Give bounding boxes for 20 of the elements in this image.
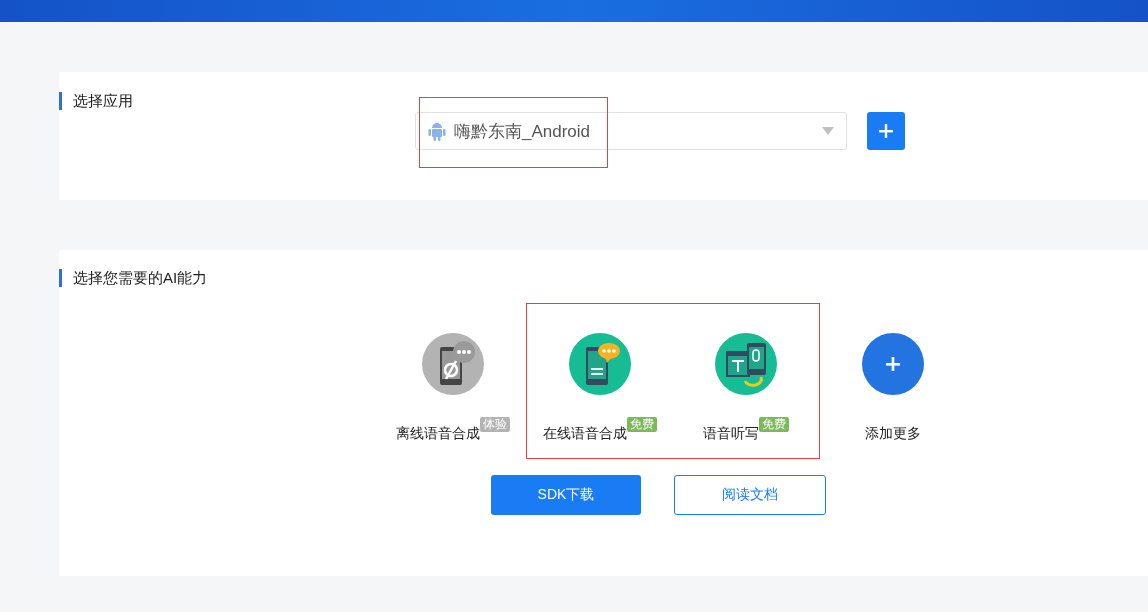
phone-text-icon xyxy=(715,333,777,395)
caret-icon xyxy=(822,127,834,135)
docs-button[interactable]: 阅读文档 xyxy=(674,475,826,515)
offline-phone-icon xyxy=(422,333,484,395)
plus-icon xyxy=(879,124,893,138)
ability-tag: 体验 xyxy=(480,417,510,432)
section-title: 选择应用 xyxy=(59,92,133,110)
ability-tag: 免费 xyxy=(759,417,789,432)
app-select[interactable]: 嗨黔东南_Android xyxy=(415,112,847,150)
ability-label[interactable]: 添加更多 xyxy=(865,425,921,443)
section-title: 选择您需要的AI能力 xyxy=(59,269,208,287)
download-button[interactable]: SDK下载 xyxy=(491,475,641,515)
add-icon[interactable] xyxy=(862,333,924,395)
ability-label[interactable]: 离线语音合成 xyxy=(396,425,480,443)
add-app-button[interactable] xyxy=(867,112,905,150)
ability-tag: 免费 xyxy=(627,417,657,432)
ability-label[interactable]: 语音听写 xyxy=(703,425,759,443)
android-icon xyxy=(428,121,446,141)
ability-label[interactable]: 在线语音合成 xyxy=(543,425,627,443)
phone-chat-icon xyxy=(569,333,631,395)
